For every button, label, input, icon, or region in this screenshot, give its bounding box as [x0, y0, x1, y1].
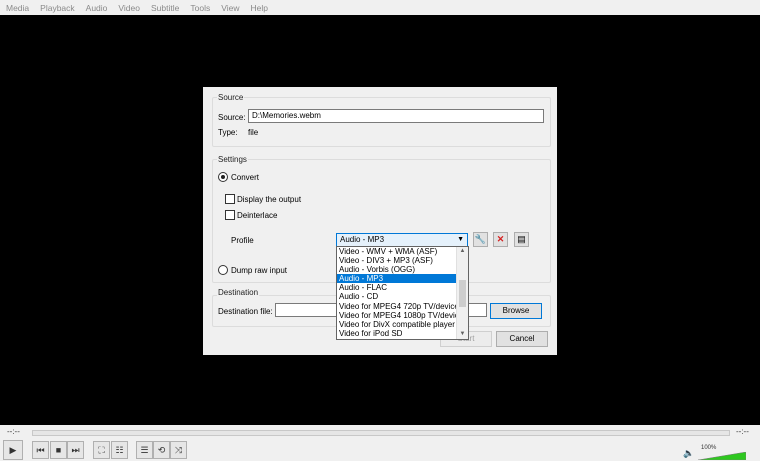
- menu-view[interactable]: View: [215, 3, 244, 13]
- loop-icon: ⟲: [157, 445, 166, 455]
- volume-slider-graphic: [698, 452, 746, 460]
- next-icon: ⏭: [71, 445, 80, 455]
- destination-group-title: Destination: [217, 288, 260, 297]
- profile-option[interactable]: Video - WMV + WMA (ASF): [337, 247, 456, 256]
- cancel-button[interactable]: Cancel: [496, 331, 548, 347]
- extended-settings-button[interactable]: ☷: [111, 441, 128, 459]
- edit-profile-button[interactable]: 🔧: [473, 232, 488, 247]
- menu-help[interactable]: Help: [244, 3, 272, 13]
- menu-video[interactable]: Video: [112, 3, 145, 13]
- profile-option-selected[interactable]: Audio - MP3: [337, 274, 456, 284]
- display-output-label: Display the output: [237, 195, 302, 204]
- source-label: Source:: [218, 113, 246, 122]
- previous-button[interactable]: ⏮: [32, 441, 49, 459]
- scroll-down-icon[interactable]: ▼: [457, 330, 468, 339]
- deinterlace-label: Deinterlace: [237, 211, 278, 220]
- convert-radio[interactable]: [218, 172, 228, 182]
- profile-label: Profile: [231, 236, 254, 245]
- shuffle-icon: ⤨: [174, 445, 183, 455]
- fullscreen-icon: ⛶: [98, 445, 105, 455]
- play-icon: ▶: [9, 445, 17, 455]
- type-label: Type:: [218, 128, 238, 137]
- wrench-icon: 🔧: [474, 234, 487, 244]
- delete-profile-button[interactable]: ✕: [493, 232, 508, 247]
- shuffle-button[interactable]: ⤨: [170, 441, 187, 459]
- source-group-title: Source: [217, 93, 245, 102]
- source-input[interactable]: D:\Memories.webm: [248, 109, 544, 123]
- menu-bar: Media Playback Audio Video Subtitle Tool…: [0, 0, 760, 15]
- seek-bar[interactable]: [32, 430, 730, 436]
- stop-button[interactable]: ■: [50, 441, 67, 459]
- scroll-thumb[interactable]: [459, 280, 466, 307]
- type-value: file: [248, 128, 259, 137]
- profile-option[interactable]: Audio - CD: [337, 292, 456, 301]
- settings-group-title: Settings: [217, 155, 248, 164]
- playlist-button[interactable]: ☰: [136, 441, 153, 459]
- deinterlace-checkbox[interactable]: [225, 210, 235, 220]
- destination-label: Destination file:: [218, 307, 273, 316]
- convert-label: Convert: [231, 173, 260, 182]
- scroll-up-icon[interactable]: ▲: [457, 247, 468, 256]
- profile-option[interactable]: Video for MPEG4 1080p TV/device: [337, 311, 456, 320]
- menu-tools[interactable]: Tools: [184, 3, 215, 13]
- dump-raw-radio[interactable]: [218, 265, 228, 275]
- profile-options: Video - WMV + WMA (ASF) Video - DIV3 + M…: [337, 247, 456, 338]
- dump-raw-label: Dump raw input: [231, 266, 288, 275]
- menu-audio[interactable]: Audio: [80, 3, 113, 13]
- profile-option[interactable]: Audio - FLAC: [337, 283, 456, 292]
- elapsed-time: --:--: [7, 427, 20, 436]
- next-button[interactable]: ⏭: [67, 441, 84, 459]
- profile-option[interactable]: Video for MPEG4 720p TV/device: [337, 302, 456, 311]
- profile-selected-value: Audio - MP3: [340, 235, 385, 244]
- profile-option[interactable]: Video for DivX compatible player: [337, 320, 456, 329]
- new-profile-button[interactable]: ▤: [514, 232, 529, 247]
- new-profile-icon: ▤: [517, 234, 526, 244]
- volume-slider[interactable]: [698, 452, 746, 460]
- menu-playback[interactable]: Playback: [34, 3, 80, 13]
- profile-option[interactable]: Video for iPod SD: [337, 329, 456, 338]
- menu-subtitle[interactable]: Subtitle: [145, 3, 184, 13]
- browse-button[interactable]: Browse: [490, 303, 542, 319]
- profile-option[interactable]: Audio - Vorbis (OGG): [337, 265, 456, 274]
- previous-icon: ⏮: [36, 445, 45, 455]
- fullscreen-button[interactable]: ⛶: [93, 441, 110, 459]
- dropdown-scrollbar[interactable]: ▲ ▼: [456, 247, 468, 339]
- play-button[interactable]: ▶: [3, 440, 23, 460]
- chevron-down-icon: ▼: [457, 236, 464, 243]
- profile-select[interactable]: Audio - MP3 ▼: [336, 233, 468, 247]
- menu-media[interactable]: Media: [0, 3, 34, 13]
- loop-button[interactable]: ⟲: [153, 441, 170, 459]
- display-output-checkbox[interactable]: [225, 194, 235, 204]
- speaker-icon[interactable]: 🔈: [683, 448, 694, 459]
- remaining-time: --:--: [736, 427, 749, 436]
- delete-icon: ✕: [496, 234, 505, 244]
- profile-option[interactable]: Video - DIV3 + MP3 (ASF): [337, 256, 456, 265]
- equalizer-icon: ☷: [115, 445, 124, 455]
- profile-dropdown-list: Video - WMV + WMA (ASF) Video - DIV3 + M…: [336, 246, 469, 340]
- player-controls: --:-- --:-- ▶ ⏮ ■ ⏭ ⛶ ☷ ☰ ⟲ ⤨ 🔈 100%: [0, 425, 760, 461]
- stop-icon: ■: [55, 445, 62, 455]
- volume-percent: 100%: [701, 445, 717, 451]
- playlist-icon: ☰: [140, 445, 149, 455]
